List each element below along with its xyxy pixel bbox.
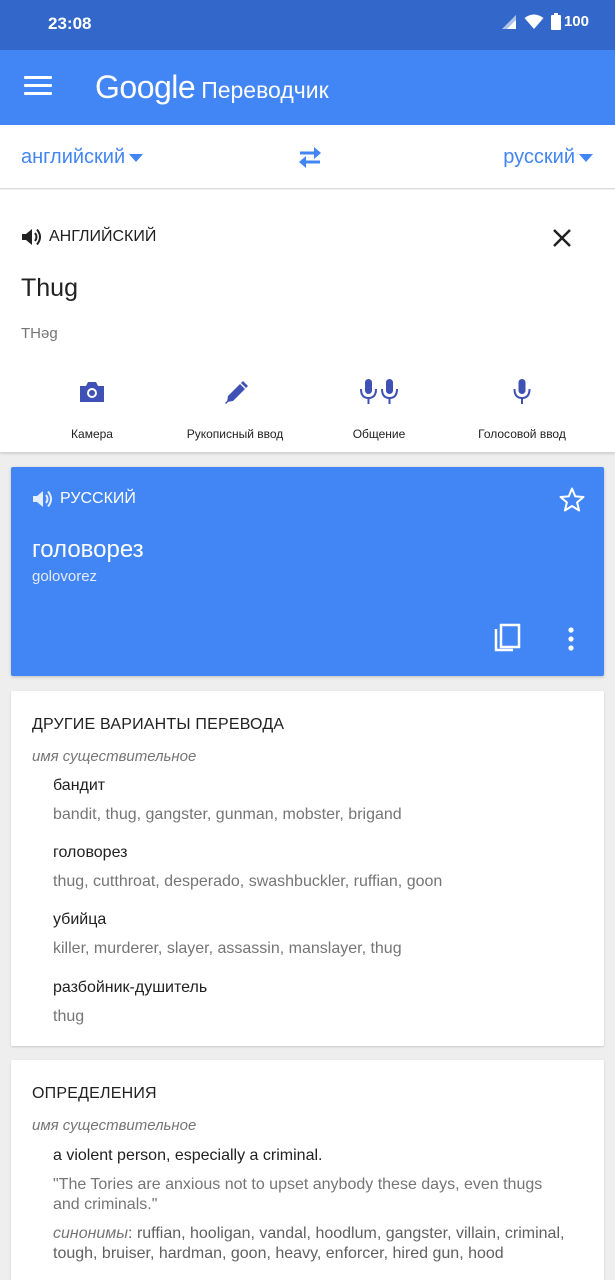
brand-name: Google [95,69,196,105]
source-transliteration: THəg [21,325,58,342]
language-bar: английский русский [0,125,615,189]
battery-level: 100 [563,13,589,30]
alternative-word: бандит [53,777,106,794]
dropdown-caret-icon [579,153,593,162]
list-item[interactable]: бандит bandit, thug, gangster, gunman, m… [53,777,584,824]
target-language-selector[interactable]: русский [503,146,593,169]
definitions-card: ОПРЕДЕЛЕНИЯ имя существительное a violen… [11,1060,604,1280]
list-item[interactable]: убийца killer, murderer, slayer, assassi… [53,911,584,958]
handwriting-label: Рукописный ввод [186,427,284,441]
alternative-synonyms: thug [53,1008,85,1025]
alternative-word: убийца [53,911,107,928]
conversation-icon [360,379,398,404]
menu-icon[interactable] [24,76,52,98]
alternative-word: разбойник-душитель [53,979,208,996]
definitions-title: ОПРЕДЕЛЕНИЯ [32,1085,157,1102]
swap-languages-icon[interactable] [296,145,324,169]
input-card: АНГЛИЙСКИЙ Thug THəg Камера Рукописный в… [0,190,615,452]
speaker-icon[interactable] [21,227,43,247]
handwriting-icon [225,381,248,404]
alternative-synonyms: killer, murderer, slayer, assassin, mans… [53,940,402,957]
list-item[interactable]: разбойник-душитель thug [53,979,584,1026]
conversation-label: Общение [352,427,406,441]
synonyms-list: : ruffian, hooligan, vandal, hoodlum, ga… [53,1225,565,1262]
star-icon[interactable] [558,486,586,514]
speaker-icon[interactable] [32,489,54,509]
input-language-row[interactable]: АНГЛИЙСКИЙ [21,227,156,247]
translation-text: головорез [32,536,144,563]
wifi-icon [524,14,544,29]
input-language-label: АНГЛИЙСКИЙ [49,228,157,245]
alternative-translations-card: ДРУГИЕ ВАРИАНТЫ ПЕРЕВОДА имя существител… [11,691,604,1046]
camera-icon [80,382,104,402]
status-icons: 100 [501,13,589,30]
target-language-label: русский [503,146,575,168]
product-name: Переводчик [201,77,329,103]
part-of-speech: имя существительное [32,748,197,765]
more-options-icon[interactable] [566,626,576,652]
result-language-row[interactable]: РУССКИЙ [32,489,136,509]
translation-transliteration: golovorez [32,568,98,585]
source-language-selector[interactable]: английский [21,146,144,169]
alternatives-title: ДРУГИЕ ВАРИАНТЫ ПЕРЕВОДА [32,716,285,733]
translation-result-card[interactable]: РУССКИЙ головорез golovorez [11,467,604,676]
conversation-button[interactable]: Общение [304,377,454,441]
handwriting-button[interactable]: Рукописный ввод [160,377,310,441]
cell-signal-icon [501,14,516,29]
synonyms-label: синонимы [53,1225,129,1242]
app-bar: Google Переводчик [0,50,615,125]
part-of-speech: имя существительное [32,1117,197,1134]
status-time: 23:08 [48,14,92,33]
definition-synonyms: синонимы: ruffian, hooligan, vandal, hoo… [53,1224,568,1264]
list-item[interactable]: головорез thug, cutthroat, desperado, sw… [53,844,584,891]
microphone-icon [513,379,531,404]
battery-icon [550,13,561,30]
status-bar: 23:08 100 [0,0,615,50]
close-icon[interactable] [550,226,574,250]
voice-input-label: Голосовой ввод [478,427,566,441]
voice-input-button[interactable]: Голосовой ввод [447,377,597,441]
alternative-synonyms: bandit, thug, gangster, gunman, mobster,… [53,806,402,823]
source-text-input[interactable]: Thug [21,274,78,303]
source-language-label: английский [21,146,126,168]
camera-label: Камера [71,427,113,441]
copy-icon[interactable] [493,623,523,655]
alternative-word: головорез [53,844,128,861]
app-title: Google Переводчик [95,69,329,106]
camera-button[interactable]: Камера [17,377,167,441]
dropdown-caret-icon [129,153,144,162]
definition-example: "The Tories are anxious not to upset any… [53,1176,543,1213]
result-language-label: РУССКИЙ [60,490,136,507]
alternative-synonyms: thug, cutthroat, desperado, swashbuckler… [53,873,443,890]
definition-text: a violent person, especially a criminal. [53,1147,323,1164]
